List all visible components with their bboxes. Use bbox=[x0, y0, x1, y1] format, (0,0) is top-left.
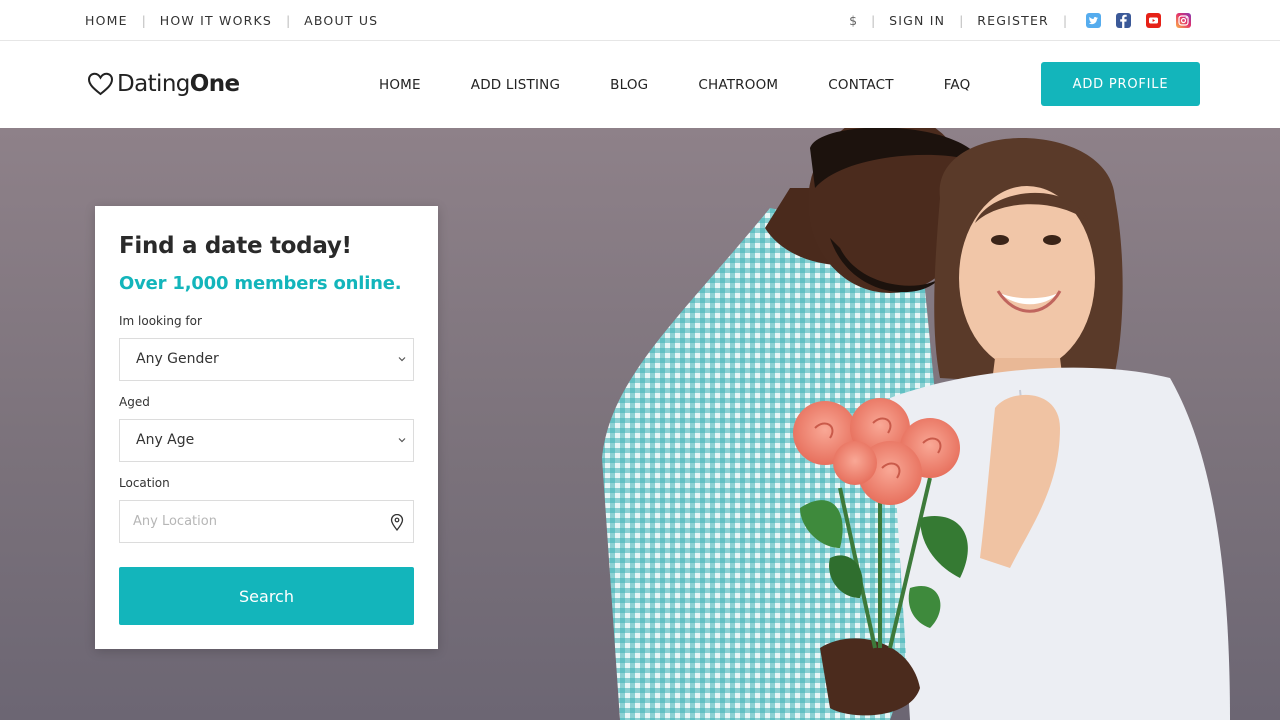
nav-item-add-listing[interactable]: ADD LISTING bbox=[471, 77, 560, 93]
chevron-down-icon bbox=[398, 357, 406, 362]
separator: | bbox=[959, 13, 964, 28]
logo-prefix: Dating bbox=[117, 71, 190, 97]
search-card-title: Find a date today! bbox=[119, 233, 352, 259]
nav-item-contact[interactable]: CONTACT bbox=[828, 77, 893, 93]
nav-item-blog[interactable]: BLOG bbox=[610, 77, 648, 93]
search-button[interactable]: Search bbox=[119, 567, 414, 625]
main-navigation: DatingOne HOME ADD LISTING BLOG CHATROOM… bbox=[0, 41, 1280, 128]
top-link-home[interactable]: HOME bbox=[85, 13, 128, 28]
add-profile-button[interactable]: ADD PROFILE bbox=[1041, 62, 1200, 106]
search-card: Find a date today! Over 1,000 members on… bbox=[95, 206, 438, 649]
top-utility-bar: HOME | HOW IT WORKS | ABOUT US $ | SIGN … bbox=[0, 0, 1280, 41]
hero-section: Find a date today! Over 1,000 members on… bbox=[0, 128, 1280, 720]
nav-item-home[interactable]: HOME bbox=[379, 77, 421, 93]
twitter-icon[interactable] bbox=[1086, 13, 1101, 28]
location-label: Location bbox=[119, 476, 170, 490]
hero-couple-photo bbox=[602, 128, 1230, 720]
aged-label: Aged bbox=[119, 395, 150, 409]
logo-wordmark: DatingOne bbox=[117, 71, 240, 97]
top-right-links: $ | SIGN IN | REGISTER | bbox=[849, 0, 1191, 41]
nav-item-faq[interactable]: FAQ bbox=[944, 77, 971, 93]
sign-in-link[interactable]: SIGN IN bbox=[889, 13, 945, 28]
logo-bold: One bbox=[189, 71, 240, 97]
currency-selector[interactable]: $ bbox=[849, 13, 857, 28]
map-pin-icon bbox=[390, 514, 404, 531]
separator: | bbox=[871, 13, 876, 28]
age-select-value: Any Age bbox=[136, 432, 195, 448]
nav-item-chatroom[interactable]: CHATROOM bbox=[698, 77, 778, 93]
top-left-links: HOME | HOW IT WORKS | ABOUT US bbox=[85, 0, 378, 41]
top-link-how-it-works[interactable]: HOW IT WORKS bbox=[160, 13, 272, 28]
chevron-down-icon bbox=[398, 438, 406, 443]
top-link-about-us[interactable]: ABOUT US bbox=[304, 13, 378, 28]
age-select[interactable]: Any Age bbox=[119, 419, 414, 462]
members-online-subtitle: Over 1,000 members online. bbox=[119, 273, 402, 294]
register-link[interactable]: REGISTER bbox=[977, 13, 1049, 28]
heart-icon bbox=[87, 72, 114, 96]
gender-select[interactable]: Any Gender bbox=[119, 338, 414, 381]
youtube-icon[interactable] bbox=[1146, 13, 1161, 28]
separator: | bbox=[141, 13, 146, 28]
nav-menu: HOME ADD LISTING BLOG CHATROOM CONTACT F… bbox=[379, 41, 1020, 128]
separator: | bbox=[1062, 13, 1067, 28]
social-links bbox=[1071, 13, 1191, 28]
facebook-icon[interactable] bbox=[1116, 13, 1131, 28]
location-placeholder: Any Location bbox=[133, 514, 217, 529]
location-input[interactable]: Any Location bbox=[119, 500, 414, 543]
looking-for-label: Im looking for bbox=[119, 314, 202, 328]
site-logo[interactable]: DatingOne bbox=[87, 68, 240, 100]
separator: | bbox=[286, 13, 291, 28]
instagram-icon[interactable] bbox=[1176, 13, 1191, 28]
gender-select-value: Any Gender bbox=[136, 351, 219, 367]
